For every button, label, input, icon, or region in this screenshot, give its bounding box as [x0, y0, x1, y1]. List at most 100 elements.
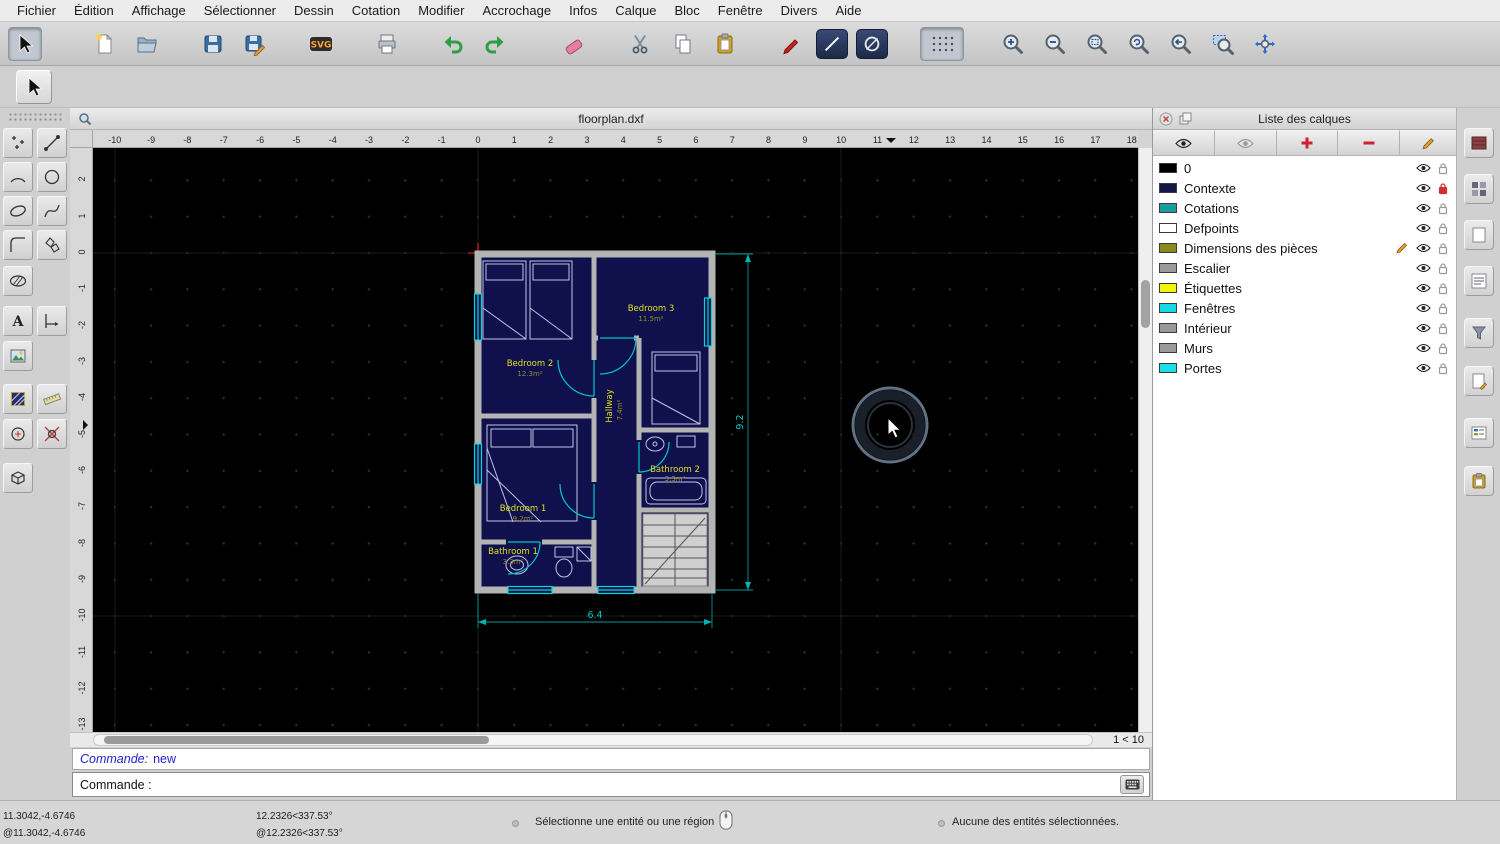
zoom-previous-button[interactable]	[1164, 27, 1198, 61]
grid-toggle-button[interactable]	[920, 26, 964, 61]
horizontal-scroll-thumb[interactable]	[104, 736, 489, 744]
palette-grip[interactable]	[8, 112, 62, 122]
menu-item-calque[interactable]: Calque	[606, 3, 665, 18]
cut-button[interactable]	[624, 27, 658, 61]
hatch-tool-button[interactable]	[3, 384, 33, 414]
fill-attributes-button[interactable]	[856, 28, 888, 59]
redo-button[interactable]	[478, 27, 512, 61]
menu-item-fenetre[interactable]: Fenêtre	[709, 3, 772, 18]
layer-visibility-eye-icon[interactable]	[1416, 203, 1431, 213]
layer-visibility-eye-icon[interactable]	[1416, 183, 1431, 193]
line-attributes-button[interactable]	[816, 28, 848, 59]
zoom-redraw-button[interactable]	[1122, 27, 1156, 61]
layer-lock-icon[interactable]	[1438, 262, 1448, 275]
print-preview-button[interactable]	[370, 27, 404, 61]
menu-item-accrochage[interactable]: Accrochage	[473, 3, 560, 18]
dock-selection-filter-button[interactable]	[1464, 318, 1494, 348]
active-select-tool-button[interactable]	[16, 70, 52, 104]
layer-row-1[interactable]: Contexte	[1153, 178, 1456, 198]
layer-row-8[interactable]: Intérieur	[1153, 318, 1456, 338]
remove-layer-button[interactable]	[1338, 130, 1400, 155]
save-as-button[interactable]	[238, 27, 272, 61]
measure-tool-button[interactable]	[37, 384, 67, 414]
paste-button[interactable]	[708, 27, 742, 61]
keyboard-toggle-button[interactable]	[1120, 775, 1144, 794]
menu-item-selectionner[interactable]: Sélectionner	[195, 3, 285, 18]
solid-tool-button[interactable]	[3, 463, 33, 493]
zoom-pan-button[interactable]	[1248, 27, 1282, 61]
hide-all-layers-button[interactable]	[1214, 130, 1277, 155]
layer-row-9[interactable]: Murs	[1153, 338, 1456, 358]
layer-lock-icon[interactable]	[1438, 242, 1448, 255]
layer-lock-icon[interactable]	[1438, 162, 1448, 175]
dock-property-editor-button[interactable]	[1464, 128, 1494, 158]
line-tool-button[interactable]	[37, 128, 67, 158]
layer-visibility-eye-icon[interactable]	[1416, 163, 1431, 173]
menu-item-modifier[interactable]: Modifier	[409, 3, 473, 18]
menu-item-affichage[interactable]: Affichage	[123, 3, 195, 18]
layer-lock-icon[interactable]	[1438, 202, 1448, 215]
layer-lock-icon[interactable]	[1438, 302, 1448, 315]
dock-layer-list-button[interactable]	[1464, 418, 1494, 448]
hatch-ellipse-tool-button[interactable]	[3, 266, 33, 296]
layer-visibility-eye-icon[interactable]	[1416, 223, 1431, 233]
layer-row-6[interactable]: Étiquettes	[1153, 278, 1456, 298]
show-all-layers-button[interactable]	[1153, 130, 1215, 155]
select-tool-button[interactable]	[8, 26, 42, 61]
image-tool-button[interactable]	[3, 341, 33, 371]
menu-item-bloc[interactable]: Bloc	[665, 3, 708, 18]
panel-close-button[interactable]	[1159, 112, 1173, 126]
pen-attributes-button[interactable]	[774, 27, 808, 61]
layer-row-3[interactable]: Defpoints	[1153, 218, 1456, 238]
menu-item-dessin[interactable]: Dessin	[285, 3, 343, 18]
menu-item-aide[interactable]: Aide	[826, 3, 870, 18]
layer-visibility-eye-icon[interactable]	[1416, 263, 1431, 273]
polyline-tool-button[interactable]	[3, 230, 33, 260]
layer-visibility-eye-icon[interactable]	[1416, 323, 1431, 333]
dock-block-list-button[interactable]	[1464, 174, 1494, 204]
open-file-button[interactable]	[130, 27, 164, 61]
drawing-canvas[interactable]: Bedroom 2 12.3m² Bedroom 3 11.5m² Bedroo…	[93, 148, 1138, 732]
undo-button[interactable]	[436, 27, 470, 61]
zoom-auto-button[interactable]	[1080, 27, 1114, 61]
menu-item-infos[interactable]: Infos	[560, 3, 606, 18]
layer-lock-icon[interactable]	[1438, 182, 1448, 195]
arc-tool-button[interactable]	[3, 162, 33, 192]
panel-detach-button[interactable]	[1179, 112, 1192, 125]
circle-tool-button[interactable]	[37, 162, 67, 192]
spline-tool-button[interactable]	[37, 196, 67, 226]
zoom-window-button[interactable]	[1206, 27, 1240, 61]
menu-item-fichier[interactable]: Fichier	[8, 3, 65, 18]
layer-row-0[interactable]: 0	[1153, 158, 1456, 178]
layer-visibility-eye-icon[interactable]	[1416, 363, 1431, 373]
points-tool-button[interactable]	[3, 128, 33, 158]
dock-clipboard-button[interactable]	[1464, 466, 1494, 496]
new-file-button[interactable]	[88, 27, 122, 61]
layer-row-5[interactable]: Escalier	[1153, 258, 1456, 278]
zoom-in-button[interactable]	[996, 27, 1030, 61]
vertical-scrollbar[interactable]	[1138, 148, 1152, 732]
command-input[interactable]	[157, 773, 1120, 796]
polygon-tool-button[interactable]	[37, 230, 67, 260]
vertical-scroll-thumb[interactable]	[1141, 280, 1150, 328]
dock-sheet-button[interactable]	[1464, 366, 1494, 396]
layer-lock-icon[interactable]	[1438, 362, 1448, 375]
layer-row-7[interactable]: Fenêtres	[1153, 298, 1456, 318]
layer-row-10[interactable]: Portes	[1153, 358, 1456, 378]
ellipse-tool-button[interactable]	[3, 196, 33, 226]
layer-visibility-eye-icon[interactable]	[1416, 343, 1431, 353]
menu-item-cotation[interactable]: Cotation	[343, 3, 409, 18]
save-button[interactable]	[196, 27, 230, 61]
layer-visibility-eye-icon[interactable]	[1416, 303, 1431, 313]
dock-command-history-button[interactable]	[1464, 266, 1494, 296]
layer-row-4[interactable]: Dimensions des pièces	[1153, 238, 1456, 258]
layer-lock-icon[interactable]	[1438, 222, 1448, 235]
zoom-out-button[interactable]	[1038, 27, 1072, 61]
dock-library-browser-button[interactable]	[1464, 220, 1494, 250]
edit-layer-button[interactable]	[1400, 130, 1456, 155]
text-tool-button[interactable]: A	[3, 306, 33, 336]
snap-tool-button[interactable]	[37, 419, 67, 449]
layer-lock-icon[interactable]	[1438, 322, 1448, 335]
menu-item-divers[interactable]: Divers	[772, 3, 827, 18]
layer-lock-icon[interactable]	[1438, 342, 1448, 355]
